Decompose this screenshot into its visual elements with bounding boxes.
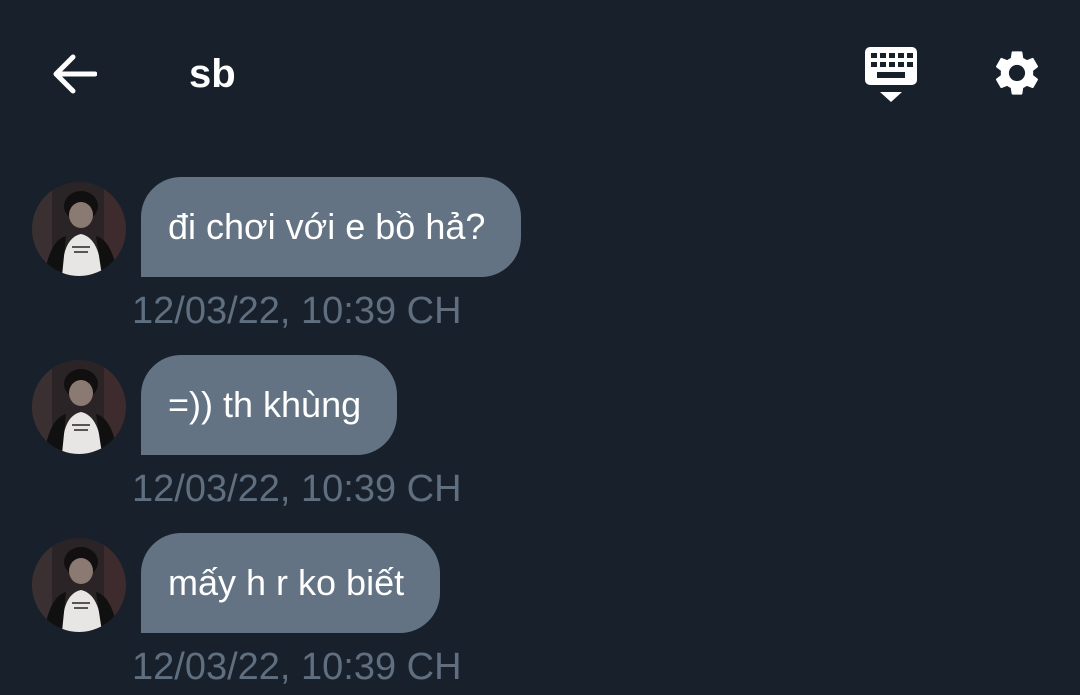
chat-header: sb xyxy=(0,0,1080,150)
gear-icon xyxy=(995,51,1039,95)
message-bubble[interactable]: mấy h r ko biết xyxy=(141,533,441,633)
message-bubble[interactable]: đi chơi với e bồ hả? xyxy=(141,177,522,277)
message-item: =)) th khùng 12/03/22, 10:39 CH xyxy=(0,355,1080,530)
avatar-photo xyxy=(32,182,126,276)
message-timestamp: 12/03/22, 10:39 CH xyxy=(132,290,462,332)
keyboard-hide-icon xyxy=(865,47,917,102)
message-item: đi chơi với e bồ hả? 12/03/22, 10:39 CH xyxy=(0,177,1080,352)
avatar-photo xyxy=(32,538,126,632)
message-item: mấy h r ko biết 12/03/22, 10:39 CH xyxy=(0,533,1080,695)
avatar[interactable] xyxy=(32,360,126,454)
settings-button[interactable] xyxy=(986,42,1048,104)
back-button[interactable] xyxy=(44,46,104,102)
avatar-photo xyxy=(32,360,126,454)
message-timestamp: 12/03/22, 10:39 CH xyxy=(132,646,462,688)
chat-screen: sb đi chơi với e bồ hả? 12/03/22, 10:39 … xyxy=(0,0,1080,695)
conversation-title: sb xyxy=(189,52,236,96)
message-bubble[interactable]: =)) th khùng xyxy=(141,355,398,455)
avatar[interactable] xyxy=(32,538,126,632)
message-timestamp: 12/03/22, 10:39 CH xyxy=(132,468,462,510)
keyboard-toggle-button[interactable] xyxy=(860,44,922,106)
arrow-left-icon xyxy=(53,54,97,94)
avatar[interactable] xyxy=(32,182,126,276)
